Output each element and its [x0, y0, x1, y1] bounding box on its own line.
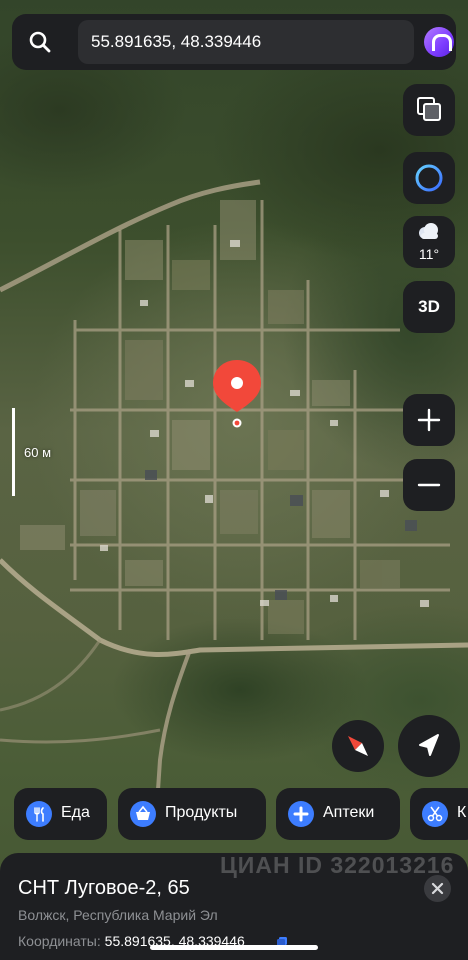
zoom-out-button[interactable] — [403, 459, 455, 511]
search-bar: 55.891635, 48.339446 — [12, 14, 456, 70]
place-address: Волжск, Республика Марий Эл — [18, 907, 218, 923]
chip-pharmacy[interactable]: Аптеки — [276, 788, 400, 840]
location-pin[interactable] — [211, 358, 263, 435]
fork-knife-icon — [26, 801, 52, 827]
chip-food[interactable]: Еда — [14, 788, 107, 840]
cloud-icon — [416, 222, 442, 247]
search-icon[interactable] — [26, 28, 54, 56]
category-chips: Еда Продукты Аптеки К — [0, 788, 468, 840]
scale-bar — [12, 408, 15, 496]
3d-label: 3D — [418, 297, 440, 316]
plus-icon — [288, 801, 314, 827]
plus-icon — [403, 408, 455, 450]
layers-icon — [403, 97, 455, 140]
search-input[interactable]: 55.891635, 48.339446 — [78, 20, 414, 64]
basket-icon — [130, 801, 156, 827]
home-indicator — [150, 945, 318, 950]
3d-mode-button[interactable]: 3D — [403, 281, 455, 333]
chip-beauty-label: К — [457, 804, 467, 821]
weather-temperature: 11° — [418, 246, 440, 262]
zoom-in-button[interactable] — [403, 394, 455, 446]
alice-voice-button[interactable] — [403, 152, 455, 204]
chip-food-label: Еда — [61, 804, 90, 821]
weather-widget[interactable]: 11° — [403, 216, 455, 268]
chip-pharmacy-label: Аптеки — [323, 804, 375, 821]
close-button[interactable] — [424, 875, 451, 902]
navigation-arrow-icon — [398, 734, 460, 781]
chip-grocery-label: Продукты — [165, 804, 238, 821]
watermark: ЦИАН ID 322013216 — [220, 852, 455, 878]
my-location-button[interactable] — [398, 715, 460, 777]
close-icon — [424, 882, 451, 906]
scissors-icon — [422, 801, 448, 827]
place-title: СНТ Луговое-2, 65 — [18, 877, 190, 899]
layers-button[interactable] — [403, 84, 455, 136]
compass-button[interactable] — [332, 720, 384, 772]
compass-icon — [332, 736, 384, 776]
alice-ring-icon — [403, 164, 455, 208]
coordinates-label: Координаты: — [18, 933, 101, 949]
minus-icon — [403, 483, 455, 515]
scale-label: 60 м — [24, 445, 52, 460]
alice-assistant-button[interactable] — [424, 27, 454, 57]
chip-beauty[interactable]: К — [410, 788, 468, 840]
chip-grocery[interactable]: Продукты — [118, 788, 266, 840]
